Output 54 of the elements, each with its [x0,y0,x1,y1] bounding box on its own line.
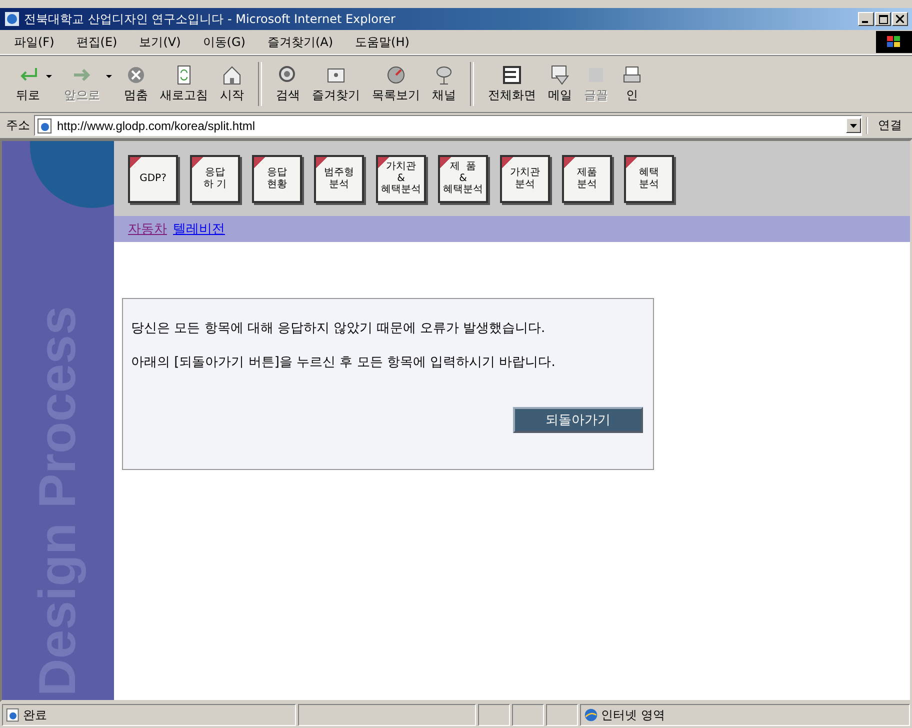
category-link[interactable]: 텔레비전 [173,220,225,238]
status-panel [478,704,510,726]
dropdown-arrow-icon[interactable] [46,75,52,79]
menu-item[interactable]: 파일(F) [14,34,54,50]
toolbar-button[interactable]: 뒤로 [10,62,46,106]
toolbar-button[interactable]: 검색 [270,62,306,106]
close-icon [896,15,904,23]
toolbar-button[interactable]: 전체화면 [482,62,542,106]
nav-button[interactable]: 가치관 & 혜택분석 [376,154,426,202]
message-text: 당신은 모든 항목에 대해 응답하지 않았기 때문에 오류가 발생했습니다. [131,320,546,337]
nav-button[interactable]: 응답 하 기 [190,154,240,202]
status-panel [512,704,544,726]
address-field[interactable]: http://www.glodp.com/korea/split.html [34,115,862,136]
nav-button[interactable]: 범주형 분석 [314,154,364,202]
page-icon [6,708,20,722]
menu-item[interactable]: 도움말(H) [355,34,410,50]
toolbar-button[interactable]: 시작 [214,62,250,106]
toolbar-button[interactable]: 채널 [426,62,462,106]
nav-button[interactable]: 제품 분석 [562,154,612,202]
menu-item[interactable]: 이동(G) [202,34,246,50]
status-panel [546,704,578,726]
maximize-button[interactable] [875,12,891,26]
go-back-button[interactable]: 되돌아가기 [513,407,643,433]
toolbar-button[interactable]: 즐겨찾기 [306,62,366,106]
nav-button[interactable]: 제 품 & 혜택분석 [438,154,488,202]
close-button[interactable] [892,12,908,26]
toolbar-button[interactable]: 멈춤 [118,62,154,106]
nav-button[interactable]: 혜택 분석 [624,154,674,202]
category-link[interactable]: 자동차 [128,220,167,238]
window-title: 전북대학교 산업디자인 연구소입니다 - Microsoft Internet Explorer [24,10,396,28]
links-button[interactable]: 연결 [866,117,906,134]
maximize-icon [878,14,888,24]
windows-logo-icon [876,31,912,53]
menu-item[interactable]: 보기(V) [139,34,181,50]
menu-item[interactable]: 즐겨찾기(A) [267,34,334,50]
caret-icon [850,124,857,128]
message-text: 아래의 [되돌아가기 버튼]을 누르신 후 모든 항목에 입력하시기 바랍니다. [131,354,556,371]
dropdown-button[interactable] [846,118,861,133]
toolbar-button[interactable]: 메일 [542,62,578,106]
nav-button[interactable]: 가치관 분석 [500,154,550,202]
zone-text: 인터넷 영역 [601,706,665,724]
nav-button[interactable]: 응답 현황 [252,154,302,202]
toolbar-button[interactable]: 새로고침 [154,62,214,106]
address-label: 주소 [6,117,30,134]
toolbar-button[interactable]: 목록보기 [366,62,426,106]
browser-icon [4,11,20,27]
toolbar-button[interactable]: 인 [614,62,650,106]
globe-icon [584,708,598,722]
nav-button[interactable]: GDP? [128,154,178,202]
minimize-button[interactable] [858,12,874,26]
page-icon [37,118,53,134]
menu-item[interactable]: 편집(E) [76,34,118,50]
status-text: 완료 [23,706,47,724]
fullscreen-icon [500,64,524,86]
